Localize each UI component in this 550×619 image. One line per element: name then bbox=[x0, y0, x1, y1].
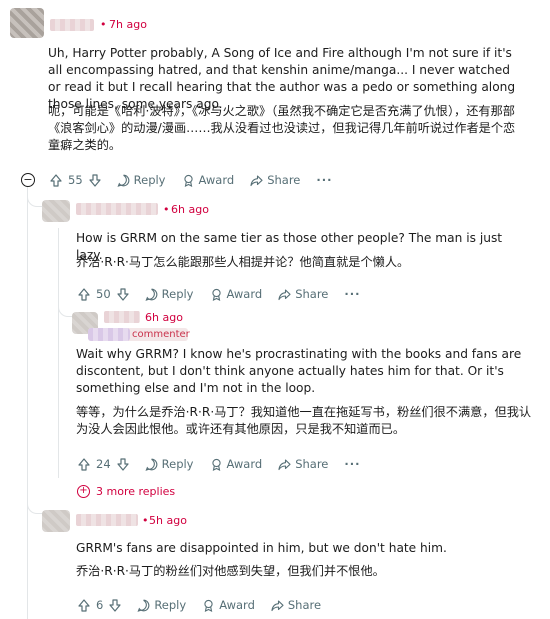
share-icon bbox=[278, 288, 291, 300]
comment-actions: 50 Reply Award Share ··· bbox=[78, 285, 376, 303]
award-button[interactable]: Award bbox=[210, 457, 263, 471]
comment-actions: 6 Reply Award Share bbox=[78, 596, 337, 614]
share-label: Share bbox=[267, 173, 301, 187]
more-options-button[interactable]: ··· bbox=[344, 457, 360, 471]
award-button[interactable]: Award bbox=[202, 598, 255, 612]
badge-label: commenter bbox=[132, 329, 190, 340]
share-icon bbox=[250, 174, 263, 186]
comment-body-zh: 乔治·R·R·马丁怎么能跟那些人相提并论？他简直就是个懒人。 bbox=[76, 255, 410, 269]
reply-icon bbox=[117, 174, 129, 187]
avatar[interactable] bbox=[10, 8, 44, 38]
award-label: Award bbox=[226, 287, 263, 301]
expand-icon: + bbox=[77, 485, 90, 498]
more-icon: ··· bbox=[316, 173, 333, 187]
reply-button[interactable]: Reply bbox=[117, 173, 166, 187]
comment-body-en: GRRM's fans are disappointed in him, but… bbox=[76, 541, 447, 555]
award-icon bbox=[211, 458, 221, 471]
vote-group: 55 bbox=[50, 173, 101, 187]
vote-count: 24 bbox=[96, 457, 111, 471]
separator: • bbox=[163, 203, 170, 216]
separator: • bbox=[100, 18, 107, 31]
username-blurred[interactable] bbox=[76, 203, 158, 215]
more-icon: ··· bbox=[344, 457, 361, 471]
vote-group: 50 bbox=[78, 287, 129, 301]
timestamp[interactable]: 6h ago bbox=[145, 311, 183, 324]
share-button[interactable]: Share bbox=[250, 173, 300, 187]
upvote-icon[interactable] bbox=[78, 598, 90, 612]
more-replies-button[interactable]: + 3 more replies bbox=[77, 485, 175, 498]
thread-line bbox=[27, 186, 28, 619]
upvote-icon[interactable] bbox=[78, 287, 90, 301]
award-icon bbox=[204, 599, 213, 612]
vote-count: 55 bbox=[68, 173, 83, 187]
vote-count: 6 bbox=[96, 598, 104, 612]
reply-icon bbox=[145, 458, 157, 471]
more-replies-label: 3 more replies bbox=[96, 485, 176, 498]
comment-actions: 24 Reply Award Share ··· bbox=[78, 455, 376, 473]
more-options-button[interactable]: ··· bbox=[344, 287, 360, 301]
reply-label: Reply bbox=[133, 173, 166, 187]
award-icon bbox=[211, 288, 221, 301]
reply-icon bbox=[137, 599, 150, 612]
reply-button[interactable]: Reply bbox=[137, 598, 186, 612]
upvote-icon[interactable] bbox=[50, 173, 62, 187]
reply-label: Reply bbox=[161, 457, 194, 471]
comment-body-zh: 呃，可能是《哈利·波特》，《冰与火之歌》（虽然我不确定它是否充满了仇恨），还有那… bbox=[48, 104, 516, 152]
comment-body-zh: 等等，为什么是乔治·R·R·马丁？我知道他一直在拖延写书，粉丝们很不满意，但我认… bbox=[76, 405, 532, 436]
collapse-thread-button[interactable]: − bbox=[21, 173, 35, 187]
award-button[interactable]: Award bbox=[210, 287, 263, 301]
vote-group: 24 bbox=[78, 457, 129, 471]
share-label: Share bbox=[295, 457, 329, 471]
award-label: Award bbox=[198, 173, 235, 187]
share-label: Share bbox=[287, 598, 322, 612]
username-blurred[interactable] bbox=[104, 311, 140, 323]
downvote-icon[interactable] bbox=[117, 457, 129, 471]
share-button[interactable]: Share bbox=[278, 287, 328, 301]
reply-label: Reply bbox=[161, 287, 194, 301]
share-icon bbox=[271, 599, 284, 611]
separator: • bbox=[142, 514, 149, 527]
avatar[interactable] bbox=[42, 510, 70, 532]
more-icon: ··· bbox=[344, 287, 361, 301]
thread-line bbox=[58, 228, 59, 478]
reply-button[interactable]: Reply bbox=[145, 457, 194, 471]
award-button[interactable]: Award bbox=[182, 173, 235, 187]
collapse-icon: − bbox=[23, 173, 33, 186]
comment-body-en: Wait why GRRM? I know he's procrastinati… bbox=[76, 347, 522, 395]
vote-group: 6 bbox=[78, 598, 121, 612]
username-blurred[interactable] bbox=[76, 514, 138, 526]
share-button[interactable]: Share bbox=[271, 598, 321, 612]
award-icon bbox=[183, 174, 193, 187]
comment-body-zh: 乔治·R·R·马丁的粉丝们对他感到失望，但我们并不恨他。 bbox=[76, 564, 385, 578]
reply-label: Reply bbox=[154, 598, 187, 612]
downvote-icon[interactable] bbox=[109, 598, 121, 612]
username-blurred[interactable] bbox=[50, 19, 94, 31]
share-label: Share bbox=[295, 287, 329, 301]
upvote-icon[interactable] bbox=[78, 457, 90, 471]
downvote-icon[interactable] bbox=[89, 173, 101, 187]
share-icon bbox=[278, 458, 291, 470]
share-button[interactable]: Share bbox=[278, 457, 328, 471]
downvote-icon[interactable] bbox=[117, 287, 129, 301]
award-label: Award bbox=[219, 598, 255, 612]
vote-count: 50 bbox=[96, 287, 111, 301]
timestamp[interactable]: 5h ago bbox=[149, 514, 187, 527]
commenter-badge: commenter bbox=[88, 328, 190, 341]
comment-actions: 55 Reply Award Share ··· bbox=[50, 171, 348, 189]
reply-icon bbox=[145, 288, 157, 301]
award-label: Award bbox=[226, 457, 263, 471]
avatar[interactable] bbox=[42, 200, 70, 222]
timestamp[interactable]: 6h ago bbox=[171, 203, 209, 216]
timestamp[interactable]: 7h ago bbox=[109, 18, 147, 31]
more-options-button[interactable]: ··· bbox=[316, 173, 332, 187]
reply-button[interactable]: Reply bbox=[145, 287, 194, 301]
